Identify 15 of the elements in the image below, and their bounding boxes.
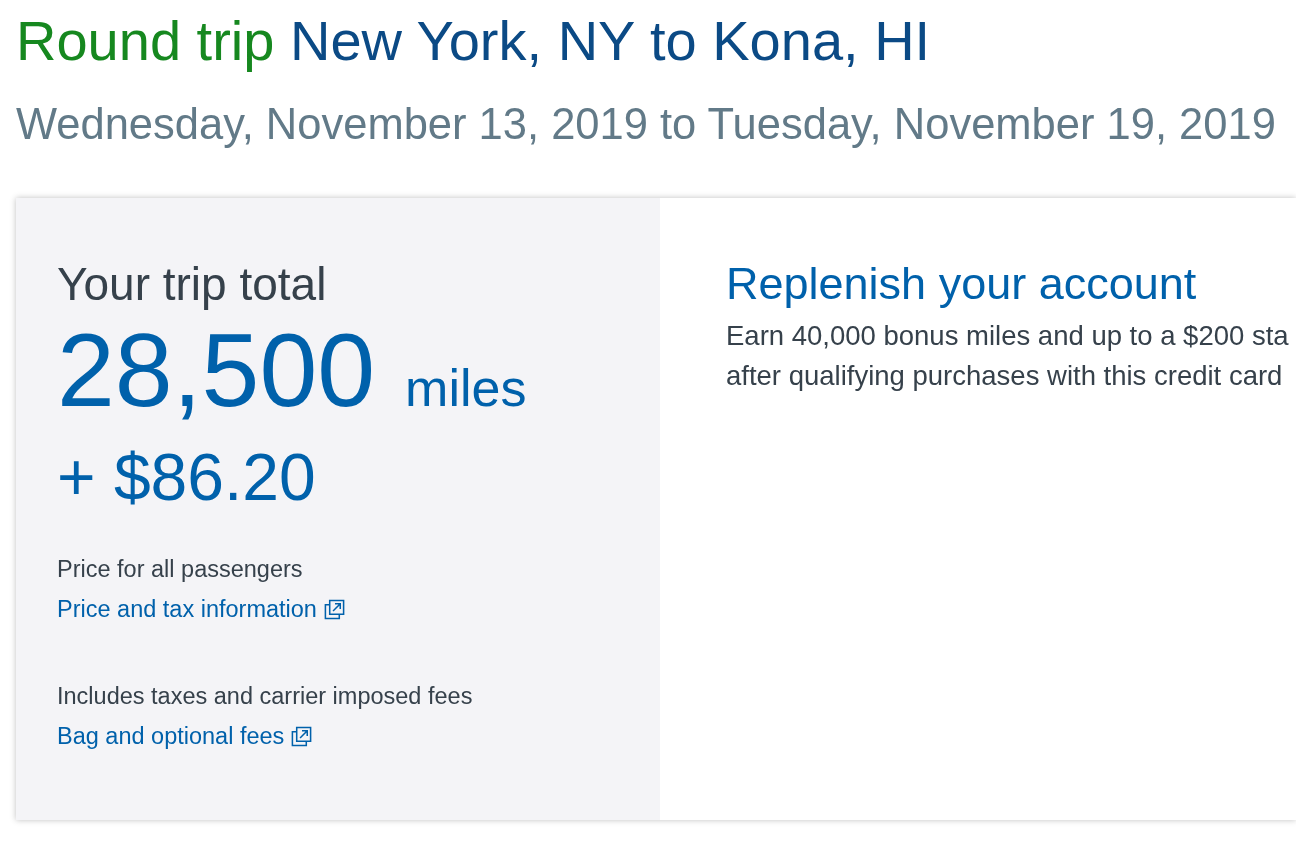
fees-note: Includes taxes and carrier imposed fees xyxy=(57,682,474,711)
promo-title: Replenish your account xyxy=(726,257,1198,311)
travel-dates: Wednesday, November 13, 2019 to Tuesday, November 19, 2019 xyxy=(16,99,1277,150)
price-tax-link[interactable]: Price and tax information xyxy=(57,594,346,624)
external-link-icon xyxy=(290,724,314,748)
external-link-icon xyxy=(322,597,346,621)
trip-total-title: Your trip total xyxy=(57,257,328,312)
miles-unit-label: miles xyxy=(405,362,527,414)
promo-description: Earn 40,000 bonus miles and up to a $200 sta after qualifying purchases with this credit card xyxy=(726,319,1290,393)
bag-fees-link[interactable]: Bag and optional fees xyxy=(57,721,314,751)
miles-amount: 28,500 xyxy=(57,318,376,422)
price-note: Price for all passengers xyxy=(57,555,304,584)
trip-type-label: Round trip xyxy=(16,9,275,72)
route-title: New York, NY to Kona, HI xyxy=(289,9,931,72)
cash-amount: + $86.20 xyxy=(57,444,317,510)
